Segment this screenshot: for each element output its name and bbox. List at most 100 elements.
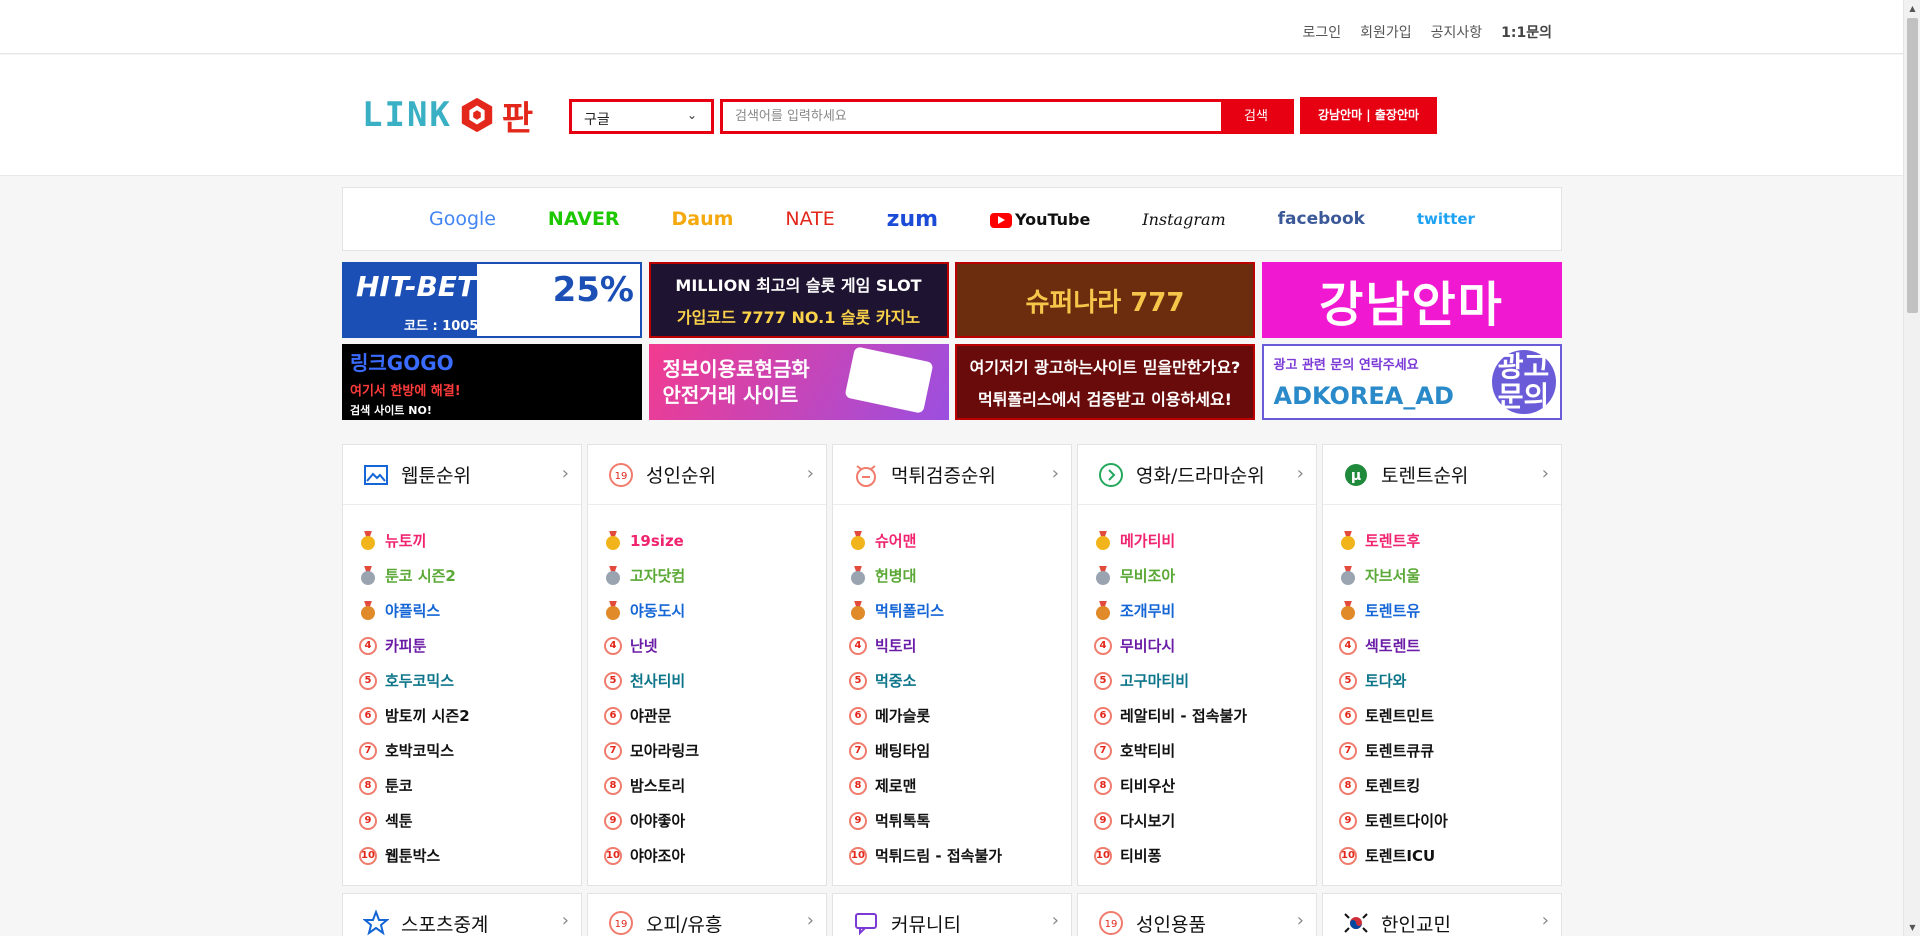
chevron-right-icon[interactable]: › (1052, 463, 1059, 484)
search-engine-select[interactable]: 구글 ⌄ (569, 99, 714, 134)
ranking-item[interactable]: 6 레알티비 - 접속불가 (1094, 698, 1316, 733)
ranking-item[interactable]: 슈어맨 (849, 523, 1071, 558)
ranking-item[interactable]: 9 먹튀톡톡 (849, 803, 1071, 838)
ranking-item[interactable]: 토렌트후 (1339, 523, 1561, 558)
ranking-item[interactable]: 6 밤토끼 시즌2 (359, 698, 581, 733)
ranking-item[interactable]: 7 호박코믹스 (359, 733, 581, 768)
banner-million-slot[interactable]: MILLION 최고의 슬롯 게임 SLOT 가입코드 7777 NO.1 슬롯… (648, 262, 949, 338)
ranking-item[interactable]: 뉴토끼 (359, 523, 581, 558)
zum-link[interactable]: zum (887, 207, 938, 232)
ranking-item[interactable]: 4 무비다시 (1094, 628, 1316, 663)
banner-cash[interactable]: 정보이용료현금화 안전거래 사이트 (648, 344, 949, 420)
category-panel-header[interactable]: 한인교민 › (1322, 893, 1562, 936)
ranking-item[interactable]: 8 티비우산 (1094, 768, 1316, 803)
ranking-item[interactable]: 10 먹튀드림 - 접속불가 (849, 838, 1071, 873)
inquiry-link[interactable]: 1:1문의 (1501, 22, 1552, 42)
ranking-item[interactable]: 8 토렌트킹 (1339, 768, 1561, 803)
category-panel-header[interactable]: 19 성인용품 › (1077, 893, 1317, 936)
promo-button[interactable]: 강남안마 | 출장안마 (1300, 97, 1437, 134)
ranking-item[interactable]: 자브서울 (1339, 558, 1561, 593)
ranking-item[interactable]: 8 제로맨 (849, 768, 1071, 803)
ranking-item[interactable]: 4 섹토렌트 (1339, 628, 1561, 663)
ranking-item[interactable]: 5 고구마티비 (1094, 663, 1316, 698)
search-input[interactable] (723, 102, 1221, 131)
google-link[interactable]: Google (429, 208, 496, 230)
daum-link[interactable]: Daum (672, 208, 734, 230)
ranking-item[interactable]: 메가티비 (1094, 523, 1316, 558)
chevron-right-icon[interactable]: › (562, 910, 569, 931)
ranking-item[interactable]: 조개무비 (1094, 593, 1316, 628)
ranking-item[interactable]: 10 티비퐁 (1094, 838, 1316, 873)
ranking-item[interactable]: 4 빅토리 (849, 628, 1071, 663)
chevron-right-icon[interactable]: › (562, 463, 569, 484)
ranking-item[interactable]: 툰코 시즌2 (359, 558, 581, 593)
scroll-down-arrow-icon[interactable]: ▼ (1904, 919, 1920, 936)
ranking-item[interactable]: 5 먹중소 (849, 663, 1071, 698)
chevron-right-icon[interactable]: › (1297, 463, 1304, 484)
nate-link[interactable]: NATE (785, 208, 834, 230)
banner-gangnam-massage[interactable]: 강남안마 (1261, 262, 1562, 338)
site-logo[interactable]: LINK 판 (362, 95, 533, 139)
chevron-right-icon[interactable]: › (807, 463, 814, 484)
youtube-link[interactable]: YouTube (989, 210, 1090, 229)
chevron-right-icon[interactable]: › (1542, 910, 1549, 931)
banner-ad-inquiry[interactable]: 광고 관련 문의 연락주세요 ADKOREA_AD 광고 문의 (1261, 344, 1562, 420)
category-panel-header[interactable]: 19 오피/유흥 › (587, 893, 827, 936)
naver-link[interactable]: NAVER (548, 208, 620, 230)
ranking-item[interactable]: 5 호두코믹스 (359, 663, 581, 698)
ranking-item[interactable]: 10 웹툰박스 (359, 838, 581, 873)
panel-header[interactable]: 영화/드라마순위 › (1078, 445, 1316, 505)
ranking-item[interactable]: 7 토렌트큐큐 (1339, 733, 1561, 768)
notice-link[interactable]: 공지사항 (1431, 22, 1483, 42)
ranking-item[interactable]: 9 다시보기 (1094, 803, 1316, 838)
ranking-item[interactable]: 9 섹툰 (359, 803, 581, 838)
ranking-item[interactable]: 4 카피툰 (359, 628, 581, 663)
banner-hitbet[interactable]: HIT-BET 25% 코드 : 1005 (342, 262, 642, 338)
ranking-item[interactable]: 5 천사티비 (604, 663, 826, 698)
scrollbar-thumb[interactable] (1907, 18, 1918, 313)
ranking-item[interactable]: 7 모아라링크 (604, 733, 826, 768)
twitter-link[interactable]: twitter (1417, 210, 1475, 228)
ranking-item[interactable]: 6 야관문 (604, 698, 826, 733)
ranking-item[interactable]: 8 밤스토리 (604, 768, 826, 803)
ranking-item[interactable]: 무비조아 (1094, 558, 1316, 593)
facebook-link[interactable]: facebook (1278, 209, 1365, 229)
ranking-item[interactable]: 9 아야좋아 (604, 803, 826, 838)
ranking-item[interactable]: 6 토렌트민트 (1339, 698, 1561, 733)
banner-linkgogo[interactable]: 링크GOGO 여기서 한방에 해결! 검색 사이트 NO! (342, 344, 642, 420)
ranking-item[interactable]: 9 토렌트다이아 (1339, 803, 1561, 838)
chevron-right-icon[interactable]: › (1052, 910, 1059, 931)
ranking-item[interactable]: 7 배팅타임 (849, 733, 1071, 768)
ranking-item[interactable]: 6 메가슬롯 (849, 698, 1071, 733)
ranking-item[interactable]: 고자닷컴 (604, 558, 826, 593)
chevron-right-icon[interactable]: › (1297, 910, 1304, 931)
ranking-item[interactable]: 토렌트유 (1339, 593, 1561, 628)
scrollbar[interactable]: ▲ ▼ (1903, 0, 1920, 936)
instagram-link[interactable]: Instagram (1142, 210, 1225, 229)
panel-header[interactable]: 먹튀검증순위 › (833, 445, 1071, 505)
banner-slot-game[interactable]: 슈퍼나라 777 (955, 262, 1255, 338)
ranking-item[interactable]: 10 야야조아 (604, 838, 826, 873)
login-link[interactable]: 로그인 (1302, 22, 1341, 42)
category-panel-header[interactable]: 스포츠중계 › (342, 893, 582, 936)
panel-header[interactable]: 19 성인순위 › (588, 445, 826, 505)
ranking-item[interactable]: 헌병대 (849, 558, 1071, 593)
chevron-right-icon[interactable]: › (807, 910, 814, 931)
chevron-right-icon[interactable]: › (1542, 463, 1549, 484)
banner-muktupolice[interactable]: 여기저기 광고하는사이트 믿을만한가요? 먹튀폴리스에서 검증받고 이용하세요! (955, 344, 1255, 420)
ranking-item[interactable]: 7 호박티비 (1094, 733, 1316, 768)
panel-header[interactable]: μ 토렌트순위 › (1323, 445, 1561, 505)
ranking-item[interactable]: 4 난넷 (604, 628, 826, 663)
category-panel-header[interactable]: 커뮤니티 › (832, 893, 1072, 936)
signup-link[interactable]: 회원가입 (1360, 22, 1412, 42)
ranking-item[interactable]: 5 토다와 (1339, 663, 1561, 698)
ranking-item[interactable]: 19size (604, 523, 826, 558)
ranking-item[interactable]: 야플릭스 (359, 593, 581, 628)
ranking-item[interactable]: 먹튀폴리스 (849, 593, 1071, 628)
scroll-up-arrow-icon[interactable]: ▲ (1904, 0, 1920, 17)
search-button[interactable]: 검색 (1221, 102, 1291, 131)
ranking-item[interactable]: 10 토렌트ICU (1339, 838, 1561, 873)
ranking-item[interactable]: 야동도시 (604, 593, 826, 628)
panel-header[interactable]: 웹툰순위 › (343, 445, 581, 505)
ranking-item[interactable]: 8 툰코 (359, 768, 581, 803)
